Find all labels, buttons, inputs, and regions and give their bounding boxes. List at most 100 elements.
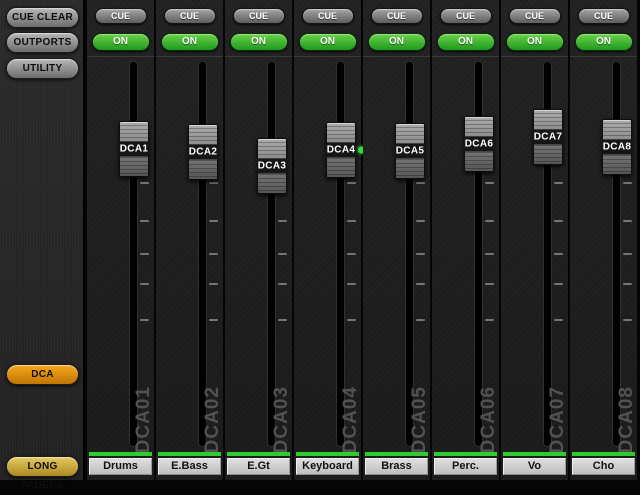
fader-scale-tick: [416, 182, 425, 184]
on-button[interactable]: ON: [229, 33, 288, 51]
channel-name-label[interactable]: Perc.: [434, 458, 497, 475]
fader-scale-tick: [278, 253, 287, 255]
fader-scale-tick: [347, 220, 356, 222]
fader-scale-tick: [416, 319, 425, 321]
channel-color-bar: [572, 452, 635, 456]
fader-scale-tick: [140, 283, 149, 285]
fader-knob-label: DCA1: [119, 141, 149, 157]
fader-scale-tick: [485, 220, 494, 222]
fader-scale-tick: [278, 220, 287, 222]
utility-button[interactable]: UTILITY: [6, 58, 79, 79]
outports-button[interactable]: OUTPORTS: [6, 32, 79, 53]
fader-knob[interactable]: DCA8: [602, 119, 632, 175]
fader-scale-tick: [278, 319, 287, 321]
fader-knob-label: DCA6: [464, 136, 494, 152]
fader-scale-tick: [554, 253, 563, 255]
fader-scale-tick: [554, 283, 563, 285]
channel-number-watermark: DCA08: [616, 385, 637, 453]
on-button[interactable]: ON: [298, 33, 357, 51]
fader-knob[interactable]: DCA2: [188, 124, 218, 180]
on-button[interactable]: ON: [505, 33, 564, 51]
on-button[interactable]: ON: [91, 33, 150, 51]
fader-scale-tick: [554, 319, 563, 321]
fader-scale-tick: [347, 319, 356, 321]
channel-name-label[interactable]: E.Bass: [158, 458, 221, 475]
channel-color-bar: [89, 452, 152, 456]
strip-divider: [570, 56, 637, 57]
fader-scale-tick: [416, 253, 425, 255]
cue-button[interactable]: CUE: [232, 8, 285, 24]
fader-scale-tick: [140, 220, 149, 222]
fader-knob[interactable]: DCA3: [257, 138, 287, 194]
fader-scale-tick: [209, 253, 218, 255]
channel-name-label[interactable]: Cho: [572, 458, 635, 475]
strip-divider: [432, 56, 499, 57]
fader-scale-tick: [140, 319, 149, 321]
fader-scale-tick: [347, 253, 356, 255]
channel-strip: CUE ON DCA3 DCA03 E.Gt: [225, 0, 292, 480]
channel-name-label[interactable]: Drums: [89, 458, 152, 475]
fader-knob[interactable]: DCA1: [119, 121, 149, 177]
fader-scale-tick: [347, 283, 356, 285]
fader-scale-tick: [554, 220, 563, 222]
fader-knob-label: DCA5: [395, 143, 425, 159]
channel-strip: CUE ON DCA7 DCA07 Vo: [501, 0, 568, 480]
strip-divider: [501, 56, 568, 57]
cue-button[interactable]: CUE: [439, 8, 492, 24]
fader-scale-tick: [209, 182, 218, 184]
fader-scale-tick: [623, 220, 632, 222]
fader-scale-tick: [554, 182, 563, 184]
fader-scale-tick: [347, 182, 356, 184]
dca-bank-button[interactable]: DCA: [6, 364, 79, 385]
fader-scale-tick: [485, 253, 494, 255]
channel-name-label[interactable]: Keyboard: [296, 458, 359, 475]
fader-scale-tick: [209, 220, 218, 222]
fader-scale-tick: [623, 182, 632, 184]
strip-divider: [294, 56, 361, 57]
channel-strip: CUE ON DCA5 DCA05 Brass: [363, 0, 430, 480]
channel-strip: CUE ON DCA1 DCA01 Drums: [87, 0, 154, 480]
on-button[interactable]: ON: [574, 33, 633, 51]
on-button[interactable]: ON: [160, 33, 219, 51]
long-faders-button[interactable]: LONG FADERS: [6, 456, 79, 491]
cue-button[interactable]: CUE: [577, 8, 630, 24]
fader-scale-tick: [623, 253, 632, 255]
cue-button[interactable]: CUE: [370, 8, 423, 24]
fader-knob[interactable]: DCA5: [395, 123, 425, 179]
channel-color-bar: [227, 452, 290, 456]
fader-scale-tick: [209, 283, 218, 285]
fader-scale-tick: [623, 283, 632, 285]
fader-scale-tick: [623, 319, 632, 321]
cue-button[interactable]: CUE: [94, 8, 147, 24]
fader-scale-tick: [416, 220, 425, 222]
cue-clear-button[interactable]: CUE CLEAR: [6, 7, 79, 28]
on-button[interactable]: ON: [367, 33, 426, 51]
channel-color-bar: [503, 452, 566, 456]
fader-knob[interactable]: DCA6: [464, 116, 494, 172]
fader-scale-tick: [140, 253, 149, 255]
cue-button[interactable]: CUE: [163, 8, 216, 24]
cue-button[interactable]: CUE: [301, 8, 354, 24]
fader-knob-label: DCA4: [326, 142, 356, 158]
fader-scale-tick: [485, 319, 494, 321]
channel-color-bar: [296, 452, 359, 456]
fader-knob-label: DCA3: [257, 158, 287, 174]
fader-scale-tick: [485, 283, 494, 285]
channel-name-label[interactable]: E.Gt: [227, 458, 290, 475]
strip-divider: [225, 56, 292, 57]
sidebar: CUE CLEAR OUTPORTS UTILITY DCA LONG FADE…: [0, 0, 85, 491]
fader-scale-tick: [278, 283, 287, 285]
fader-scale-tick: [485, 182, 494, 184]
cue-button[interactable]: CUE: [508, 8, 561, 24]
fader-scale-tick: [416, 283, 425, 285]
fader-knob[interactable]: DCA7: [533, 109, 563, 165]
channel-number-watermark: DCA03: [271, 385, 292, 453]
channel-number-watermark: DCA07: [547, 385, 568, 453]
on-button[interactable]: ON: [436, 33, 495, 51]
strip-divider: [87, 56, 154, 57]
channel-name-label[interactable]: Brass: [365, 458, 428, 475]
fader-knob-label: DCA8: [602, 139, 632, 155]
fader-knob[interactable]: DCA4: [326, 122, 365, 178]
channel-name-label[interactable]: Vo: [503, 458, 566, 475]
channel-number-watermark: DCA05: [409, 385, 430, 453]
